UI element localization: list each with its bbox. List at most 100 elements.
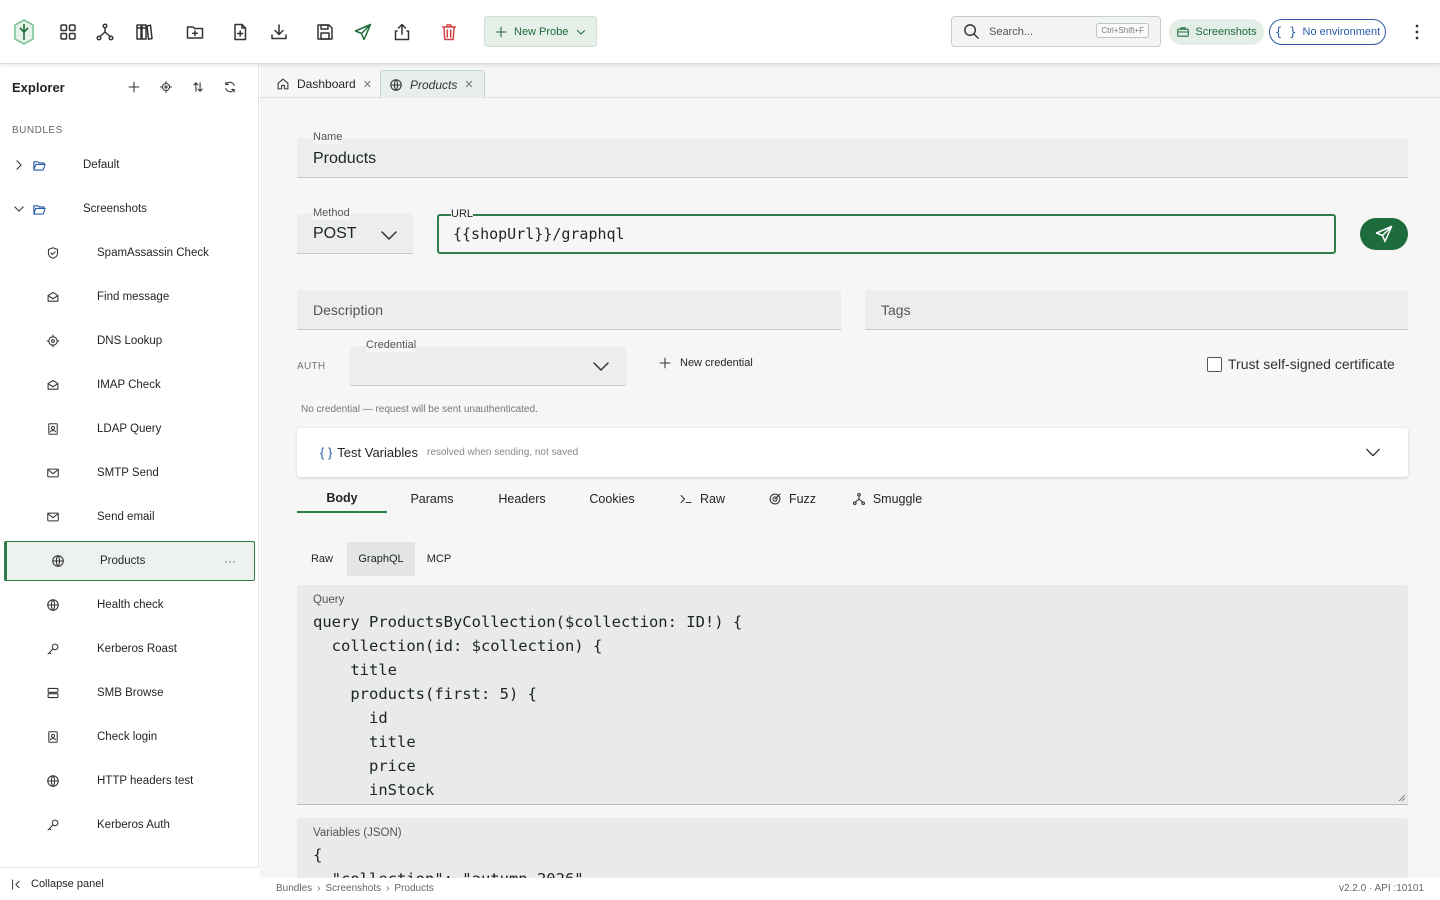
probe-item-find-message[interactable]: Find message bbox=[0, 275, 259, 319]
more-horizontal-icon[interactable]: ··· bbox=[224, 554, 236, 568]
send-icon[interactable] bbox=[351, 20, 375, 44]
probe-item-smb-browse[interactable]: SMB Browse bbox=[0, 671, 259, 715]
probe-item-dns-lookup[interactable]: DNS Lookup bbox=[0, 319, 259, 363]
name-field[interactable]: Name Products bbox=[297, 130, 1408, 178]
refresh-icon[interactable] bbox=[221, 78, 239, 96]
search-input[interactable]: Search... Ctrl+Shift+F bbox=[951, 16, 1161, 47]
tab-smuggle[interactable]: Smuggle bbox=[845, 484, 929, 513]
variables-code: { "collection": "autumn-2026" bbox=[313, 846, 584, 878]
collapse-label: Collapse panel bbox=[31, 878, 104, 890]
probe-item-spamassassin[interactable]: SpamAssassin Check bbox=[0, 231, 259, 275]
folder-default[interactable]: Default bbox=[0, 143, 259, 187]
bundles-section-label: BUNDLES bbox=[12, 125, 63, 136]
test-variables-subtitle: resolved when sending, not saved bbox=[426, 447, 579, 458]
chevron-down-icon bbox=[574, 25, 588, 39]
body-tab-raw[interactable]: Raw bbox=[297, 542, 347, 576]
new-probe-button[interactable]: New Probe bbox=[484, 16, 597, 47]
braces-icon: { } bbox=[320, 445, 333, 460]
checkbox-box[interactable] bbox=[1207, 356, 1222, 372]
probe-item-ldap-query[interactable]: LDAP Query bbox=[0, 407, 259, 451]
chevron-right-icon: › bbox=[317, 883, 321, 894]
test-variables-panel[interactable]: { } Test Variables resolved when sending… bbox=[297, 428, 1408, 477]
probe-item-http-headers-test[interactable]: HTTP headers test bbox=[0, 759, 259, 803]
probe-label: HTTP headers test bbox=[97, 775, 194, 787]
share-icon[interactable] bbox=[390, 20, 414, 44]
envelope-open-icon bbox=[46, 290, 60, 304]
trust-self-signed-checkbox[interactable]: Trust self-signed certificate bbox=[1207, 356, 1395, 372]
send-icon bbox=[1374, 224, 1394, 244]
download-icon[interactable] bbox=[267, 20, 291, 44]
folder-screenshots[interactable]: Screenshots bbox=[0, 187, 259, 231]
workspace-badge[interactable]: Screenshots bbox=[1169, 19, 1264, 45]
breadcrumb-item[interactable]: Products bbox=[394, 883, 433, 894]
probe-item-health-check[interactable]: Health check bbox=[0, 583, 259, 627]
tab-params[interactable]: Params bbox=[387, 484, 477, 513]
graphql-variables-editor[interactable]: Variables (JSON) { "collection": "autumn… bbox=[297, 818, 1408, 878]
breadcrumb-item[interactable]: Bundles bbox=[276, 883, 312, 894]
tab-products[interactable]: Products ✕ bbox=[380, 70, 485, 98]
new-folder-icon[interactable] bbox=[183, 20, 207, 44]
library-books-icon[interactable] bbox=[132, 20, 156, 44]
probe-label: SpamAssassin Check bbox=[97, 247, 209, 259]
close-icon[interactable]: ✕ bbox=[464, 78, 473, 91]
key-icon bbox=[46, 818, 60, 832]
tab-body[interactable]: Body bbox=[297, 484, 387, 513]
tab-label: Raw bbox=[310, 553, 333, 565]
query-code: query ProductsByCollection($collection: … bbox=[313, 613, 743, 799]
probe-item-kerberos-roast[interactable]: Kerberos Roast bbox=[0, 627, 259, 671]
description-input[interactable]: Description bbox=[297, 290, 841, 330]
probe-item-imap-check[interactable]: IMAP Check bbox=[0, 363, 259, 407]
tags-input[interactable]: Tags bbox=[865, 290, 1408, 330]
probe-item-send-email[interactable]: Send email bbox=[0, 495, 259, 539]
tab-headers[interactable]: Headers bbox=[477, 484, 567, 513]
send-request-button[interactable] bbox=[1360, 218, 1408, 250]
new-file-icon[interactable] bbox=[228, 20, 252, 44]
credential-hint: No credential — request will be sent una… bbox=[301, 404, 538, 415]
request-tabs: Body Params Headers Cookies Raw Fuzz Smu… bbox=[297, 484, 997, 514]
tab-dashboard[interactable]: Dashboard ✕ bbox=[268, 70, 380, 98]
tab-label: Fuzz bbox=[788, 491, 817, 506]
locate-icon[interactable] bbox=[157, 78, 175, 96]
terminal-icon bbox=[679, 492, 693, 506]
probe-item-products[interactable]: Products ··· bbox=[4, 541, 255, 581]
method-value: POST bbox=[313, 225, 357, 242]
tab-raw[interactable]: Raw bbox=[657, 484, 747, 513]
save-icon[interactable] bbox=[313, 20, 337, 44]
body-tab-mcp[interactable]: MCP bbox=[415, 542, 463, 576]
resize-grip-icon[interactable] bbox=[1398, 794, 1406, 802]
globe-icon bbox=[389, 78, 403, 92]
close-icon[interactable]: ✕ bbox=[363, 78, 372, 91]
graph-icon[interactable] bbox=[93, 20, 117, 44]
body-tab-graphql[interactable]: GraphQL bbox=[347, 542, 415, 576]
shield-icon bbox=[46, 246, 60, 260]
more-vertical-icon[interactable] bbox=[1408, 20, 1426, 44]
delete-trash-icon[interactable] bbox=[437, 20, 461, 44]
breadcrumb-item[interactable]: Screenshots bbox=[325, 883, 381, 894]
environment-selector[interactable]: { } No environment bbox=[1269, 19, 1386, 45]
dashboard-grid-icon[interactable] bbox=[56, 20, 80, 44]
variables-label: Variables (JSON) bbox=[313, 827, 402, 839]
probe-item-smtp-send[interactable]: SMTP Send bbox=[0, 451, 259, 495]
tab-fuzz[interactable]: Fuzz bbox=[747, 484, 837, 513]
tab-label: Products bbox=[410, 77, 458, 92]
collapse-panel-button[interactable]: Collapse panel bbox=[0, 867, 259, 900]
probe-label: Products bbox=[100, 555, 146, 567]
chevron-right-icon: › bbox=[386, 883, 390, 894]
new-credential-button[interactable]: New credential bbox=[658, 356, 753, 370]
probe-item-check-login[interactable]: Check login bbox=[0, 715, 259, 759]
graphql-query-editor[interactable]: Query query ProductsByCollection($collec… bbox=[297, 585, 1408, 805]
chevron-down-icon[interactable] bbox=[1364, 443, 1382, 461]
sort-icon[interactable] bbox=[189, 78, 207, 96]
add-icon[interactable] bbox=[125, 78, 143, 96]
chevron-right-icon[interactable] bbox=[12, 158, 26, 172]
status-bar: Bundles › Screenshots › Products v2.2.0 … bbox=[260, 878, 1440, 900]
chevron-down-icon[interactable] bbox=[12, 202, 26, 216]
probe-label: Kerberos Auth bbox=[97, 819, 170, 831]
credential-select[interactable]: Credential bbox=[350, 338, 626, 386]
method-select[interactable]: Method POST bbox=[297, 206, 413, 254]
explorer-title: Explorer bbox=[12, 80, 65, 95]
url-input[interactable]: URL {{shopUrl}}/graphql bbox=[437, 207, 1336, 254]
tags-placeholder: Tags bbox=[881, 302, 911, 318]
probe-item-kerberos-auth[interactable]: Kerberos Auth bbox=[0, 803, 259, 847]
tab-cookies[interactable]: Cookies bbox=[567, 484, 657, 513]
